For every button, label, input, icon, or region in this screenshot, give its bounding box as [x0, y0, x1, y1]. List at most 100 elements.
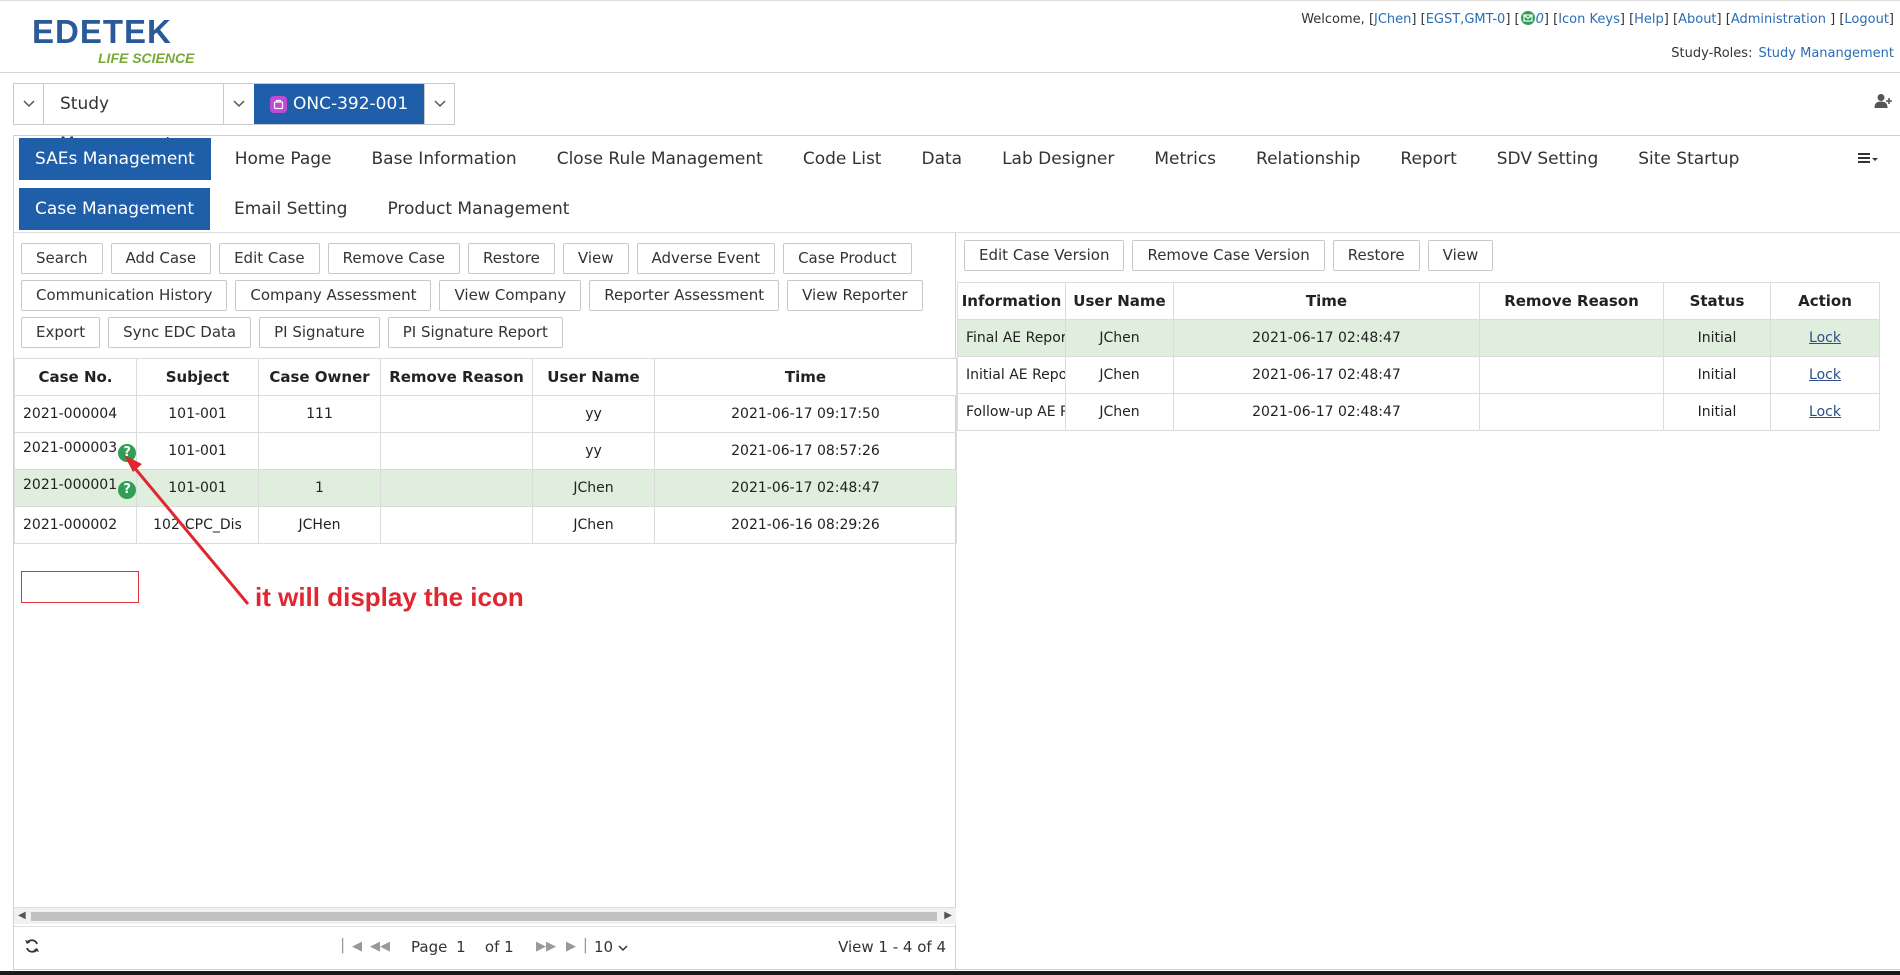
table-row[interactable]: 2021-000002 102-CPC_Dis JCHen JChen 2021… [14, 506, 957, 544]
scroll-thumb[interactable] [31, 912, 937, 921]
edetek-logo[interactable]: EDETEK LIFE SCIENCE [32, 15, 227, 67]
case-product-button[interactable]: Case Product [783, 243, 912, 274]
lock-link[interactable]: Lock [1809, 367, 1841, 383]
first-page-icon[interactable]: ▏◀ [342, 939, 362, 954]
communication-history-button[interactable]: Communication History [21, 280, 228, 311]
tab-email-setting[interactable]: Email Setting [218, 188, 363, 230]
tab-lab-designer[interactable]: Lab Designer [986, 138, 1130, 180]
pagination-bar: ▏◀ ◀◀ Page 1 of 1 ▶▶ ▶▕ 10 View 1 - 4 of… [14, 926, 956, 968]
col-time[interactable]: Time [654, 358, 957, 396]
col-case-no[interactable]: Case No. [14, 358, 137, 396]
study-dropdown-toggle[interactable] [224, 84, 254, 124]
question-icon[interactable]: ? [118, 481, 136, 499]
roles-value[interactable]: Study Manangement [1758, 46, 1894, 61]
col-remove-reason[interactable]: Remove Reason [380, 358, 533, 396]
company-assessment-button[interactable]: Company Assessment [235, 280, 432, 311]
refresh-icon[interactable] [24, 938, 40, 958]
table-row-selected[interactable]: 2021-000001? 101-001 1 JChen 2021-06-17 … [14, 469, 957, 507]
tab-site-startup[interactable]: Site Startup [1622, 138, 1755, 180]
add-case-button[interactable]: Add Case [110, 243, 212, 274]
question-icon[interactable]: ? [118, 444, 136, 462]
add-user-icon[interactable] [1874, 93, 1892, 113]
action-cell: Lock [1770, 356, 1880, 394]
time-cell: 2021-06-17 02:48:47 [1173, 319, 1480, 357]
search-button[interactable]: Search [21, 243, 103, 274]
restore-button[interactable]: Restore [467, 243, 555, 274]
restore-version-button[interactable]: Restore [1332, 240, 1420, 271]
secondary-tabs: Case Management Email Setting Product Ma… [19, 188, 593, 230]
col-action[interactable]: Action [1770, 282, 1880, 320]
about-link[interactable]: About [1678, 12, 1716, 27]
adverse-event-button[interactable]: Adverse Event [636, 243, 776, 274]
tab-home-page[interactable]: Home Page [219, 138, 348, 180]
lock-link[interactable]: Lock [1809, 330, 1841, 346]
mail-icon[interactable] [1520, 11, 1536, 29]
time-cell: 2021-06-17 09:17:50 [654, 395, 957, 433]
timezone-link[interactable]: EGST,GMT-0 [1426, 12, 1506, 27]
module-dropdown-toggle[interactable] [14, 84, 44, 124]
page-size-select[interactable]: 10 [594, 938, 628, 956]
administration-link[interactable]: Administration [1731, 12, 1826, 27]
tab-saes-management[interactable]: SAEs Management [19, 138, 211, 180]
page-input[interactable]: 1 [452, 938, 480, 956]
tab-metrics[interactable]: Metrics [1138, 138, 1232, 180]
prev-page-icon[interactable]: ◀◀ [370, 939, 390, 954]
col-case-owner[interactable]: Case Owner [258, 358, 381, 396]
view-reporter-button[interactable]: View Reporter [787, 280, 923, 311]
table-row-selected[interactable]: Final AE Report JChen 2021-06-17 02:48:4… [957, 319, 1880, 357]
tab-report[interactable]: Report [1384, 138, 1472, 180]
module-select[interactable]: Study Management [44, 84, 224, 154]
table-row[interactable]: Initial AE Report JChen 2021-06-17 02:48… [957, 356, 1880, 394]
study-select[interactable]: ONC-392-001 [254, 84, 425, 124]
horizontal-scrollbar[interactable]: ◀ ▶ [14, 907, 956, 924]
edit-case-button[interactable]: Edit Case [219, 243, 320, 274]
col-subject[interactable]: Subject [136, 358, 259, 396]
col-user-name[interactable]: User Name [1065, 282, 1174, 320]
reporter-assessment-button[interactable]: Reporter Assessment [589, 280, 780, 311]
pi-signature-button[interactable]: PI Signature [259, 317, 380, 348]
study-selector-bar: Study Management ONC-392-001 [13, 83, 456, 154]
mail-count[interactable]: 0 [1536, 12, 1544, 27]
edit-case-version-button[interactable]: Edit Case Version [964, 240, 1125, 271]
view-version-button[interactable]: View [1427, 240, 1494, 271]
remove-case-button[interactable]: Remove Case [327, 243, 460, 274]
study-options-toggle[interactable] [424, 84, 454, 124]
view-company-button[interactable]: View Company [439, 280, 582, 311]
case-table: Case No. Subject Case Owner Remove Reaso… [14, 358, 957, 544]
table-row[interactable]: 2021-000003? 101-001 yy 2021-06-17 08:57… [14, 432, 957, 470]
help-link[interactable]: Help [1634, 12, 1664, 27]
sync-edc-data-button[interactable]: Sync EDC Data [108, 317, 252, 348]
remove-case-version-button[interactable]: Remove Case Version [1132, 240, 1325, 271]
scroll-left-icon[interactable]: ◀ [18, 910, 26, 921]
tab-relationship[interactable]: Relationship [1240, 138, 1376, 180]
tab-code-list[interactable]: Code List [787, 138, 898, 180]
col-remove-reason[interactable]: Remove Reason [1479, 282, 1664, 320]
next-page-icon[interactable]: ▶▶ [536, 939, 556, 954]
table-row[interactable]: Follow-up AE Report JChen 2021-06-17 02:… [957, 393, 1880, 431]
chevron-down-icon [618, 945, 628, 952]
tab-data[interactable]: Data [905, 138, 978, 180]
tab-sdv-setting[interactable]: SDV Setting [1481, 138, 1615, 180]
chevron-down-icon [434, 100, 446, 108]
tab-product-management[interactable]: Product Management [371, 188, 585, 230]
menu-icon[interactable] [1858, 150, 1878, 169]
lock-link[interactable]: Lock [1809, 404, 1841, 420]
col-user-name[interactable]: User Name [532, 358, 655, 396]
icon-keys-link[interactable]: Icon Keys [1558, 12, 1620, 27]
col-information[interactable]: Information [957, 282, 1066, 320]
user-link[interactable]: JChen [1374, 12, 1411, 27]
col-time[interactable]: Time [1173, 282, 1480, 320]
view-button[interactable]: View [562, 243, 629, 274]
chevron-down-icon [233, 100, 245, 108]
col-status[interactable]: Status [1663, 282, 1771, 320]
last-page-icon[interactable]: ▶▕ [566, 939, 586, 954]
logout-link[interactable]: Logout [1844, 12, 1889, 27]
tab-base-information[interactable]: Base Information [356, 138, 533, 180]
time-cell: 2021-06-17 08:57:26 [654, 432, 957, 470]
export-button[interactable]: Export [21, 317, 101, 348]
tab-close-rule-management[interactable]: Close Rule Management [541, 138, 779, 180]
tab-case-management[interactable]: Case Management [19, 188, 210, 230]
pi-signature-report-button[interactable]: PI Signature Report [387, 317, 563, 348]
table-row[interactable]: 2021-000004 101-001 111 yy 2021-06-17 09… [14, 395, 957, 433]
scroll-right-icon[interactable]: ▶ [944, 910, 952, 921]
